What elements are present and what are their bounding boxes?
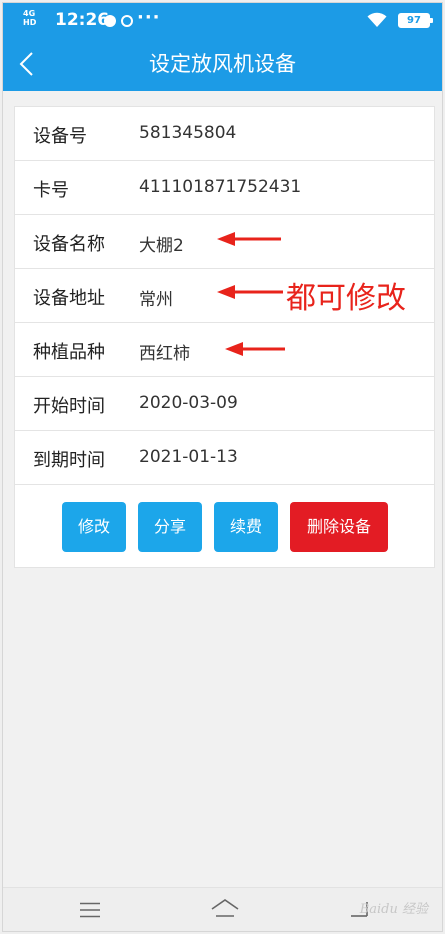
detail-label: 设备号 (33, 126, 87, 147)
detail-label: 开始时间 (33, 396, 105, 417)
detail-value: 大棚2 (139, 236, 184, 256)
app-header: 设定放风机设备 (3, 37, 442, 91)
detail-row-start-time: 开始时间 2020-03-09 (15, 377, 434, 431)
detail-row-card-number: 卡号 411101871752431 (15, 161, 434, 215)
detail-label: 种植品种 (33, 342, 105, 363)
status-bar: 4G HD 12:26 ··· 97 (3, 3, 442, 37)
annotation-arrow-icon (217, 232, 281, 246)
detail-value: 常州 (139, 290, 173, 310)
back-arrow-icon[interactable] (17, 51, 37, 77)
menu-icon[interactable] (79, 902, 101, 918)
detail-label: 设备名称 (33, 234, 105, 255)
home-icon[interactable] (210, 898, 240, 918)
page-title: 设定放风机设备 (149, 52, 296, 76)
annotation-arrow-icon (217, 285, 283, 299)
system-nav-bar: Baidu 经验 (3, 887, 442, 931)
annotation-text: 都可修改 (286, 281, 406, 316)
detail-label: 设备地址 (33, 288, 105, 309)
device-detail-card: 设备号 581345804 卡号 411101871752431 设备名称 大棚… (14, 106, 435, 568)
detail-value: 西红柿 (139, 344, 190, 364)
detail-label: 到期时间 (33, 450, 105, 471)
notification-icon (121, 15, 133, 27)
detail-row-device-id: 设备号 581345804 (15, 107, 434, 161)
detail-row-expiry-time: 到期时间 2021-01-13 (15, 431, 434, 485)
detail-value: 2020-03-09 (139, 393, 238, 413)
more-notifications-indicator: ··· (137, 7, 161, 28)
signal-indicator: 4G HD (23, 9, 37, 27)
detail-value: 411101871752431 (139, 177, 302, 197)
status-time: 12:26 (55, 10, 110, 30)
detail-label: 卡号 (33, 180, 69, 201)
phone-screen: 4G HD 12:26 ··· 97 设定放风机设备 设备号 581345804… (2, 2, 443, 932)
notification-icon (104, 15, 116, 27)
battery-icon: 97 (398, 13, 433, 28)
annotation-arrow-icon (225, 342, 285, 356)
renew-button[interactable]: 续费 (214, 502, 278, 552)
detail-value: 2021-01-13 (139, 447, 238, 467)
baidu-watermark-logo: Baidu 经验 (359, 902, 428, 917)
wifi-icon (367, 12, 387, 27)
share-button[interactable]: 分享 (138, 502, 202, 552)
edit-button[interactable]: 修改 (62, 502, 126, 552)
detail-value: 581345804 (139, 123, 237, 143)
delete-device-button[interactable]: 删除设备 (290, 502, 388, 552)
